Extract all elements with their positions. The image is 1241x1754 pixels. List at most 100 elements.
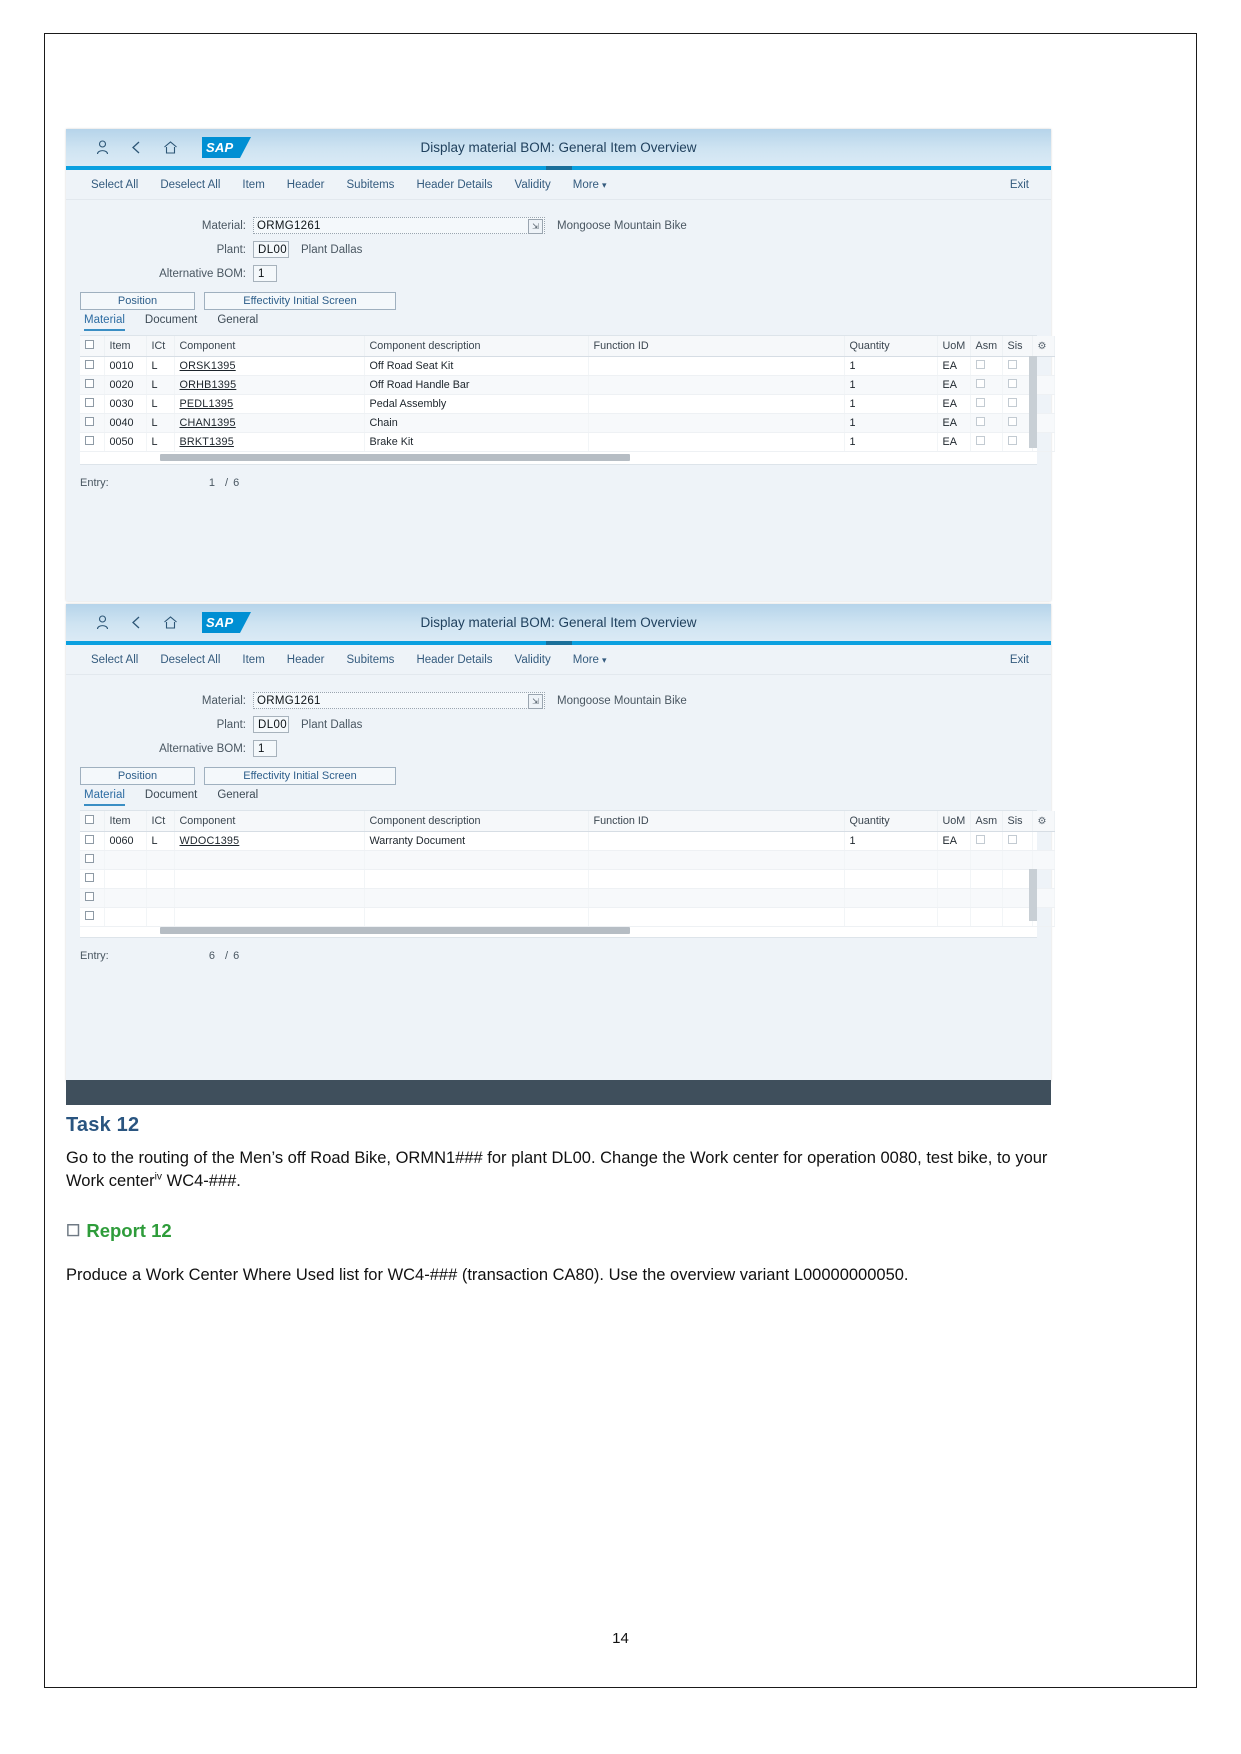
select-all-checkbox-header[interactable] — [80, 336, 105, 357]
position-button[interactable]: Position — [80, 767, 195, 785]
vertical-scrollbar[interactable] — [1029, 869, 1037, 921]
component-link[interactable]: PEDL1395 — [180, 398, 234, 410]
table-row[interactable]: 0050 L BRKT1395 Brake Kit 1 EA — [80, 432, 1055, 452]
tab-material[interactable]: Material — [84, 789, 125, 806]
component-link[interactable]: CHAN1395 — [180, 417, 236, 429]
col-header-ict[interactable]: ICt — [146, 336, 175, 357]
row-checkbox[interactable] — [80, 831, 105, 851]
checkbox-icon[interactable] — [85, 854, 94, 863]
effectivity-initial-screen-button[interactable]: Effectivity Initial Screen — [204, 292, 396, 310]
toolbar-header-details[interactable]: Header Details — [416, 179, 492, 191]
alternative-bom-input[interactable]: 1 — [253, 740, 277, 757]
effectivity-initial-screen-button[interactable]: Effectivity Initial Screen — [204, 767, 396, 785]
component-link[interactable]: BRKT1395 — [180, 436, 234, 448]
toolbar-deselect-all[interactable]: Deselect All — [160, 179, 220, 191]
grid-settings-header[interactable]: ⚙ — [1032, 336, 1055, 357]
plant-input[interactable]: DL00 — [253, 716, 289, 733]
checkbox-icon[interactable] — [85, 340, 94, 349]
cell-component[interactable]: PEDL1395 — [174, 394, 365, 414]
toolbar-exit[interactable]: Exit — [1010, 179, 1029, 191]
col-header-component-description[interactable]: Component description — [364, 336, 589, 357]
toolbar-item[interactable]: Item — [242, 654, 264, 666]
checkbox-icon[interactable] — [85, 835, 94, 844]
col-header-quantity[interactable]: Quantity — [844, 336, 938, 357]
col-header-item[interactable]: Item — [104, 811, 147, 832]
component-link[interactable]: ORSK1395 — [180, 360, 236, 372]
grid-settings-header[interactable]: ⚙ — [1032, 811, 1055, 832]
table-row-empty[interactable] — [80, 907, 1055, 927]
row-checkbox[interactable] — [80, 869, 105, 889]
gear-icon[interactable]: ⚙ — [1038, 816, 1047, 827]
toolbar-subitems[interactable]: Subitems — [347, 654, 395, 666]
toolbar-more[interactable]: More ▾ — [573, 654, 607, 666]
toolbar-item[interactable]: Item — [242, 179, 264, 191]
table-row[interactable]: 0020 L ORHB1395 Off Road Handle Bar 1 EA — [80, 375, 1055, 395]
table-row[interactable]: 0010 L ORSK1395 Off Road Seat Kit 1 EA — [80, 356, 1055, 376]
cell-component[interactable]: BRKT1395 — [174, 432, 365, 452]
row-checkbox[interactable] — [80, 907, 105, 927]
col-header-asm[interactable]: Asm — [970, 336, 1003, 357]
col-header-asm[interactable]: Asm — [970, 811, 1003, 832]
checkbox-icon[interactable] — [85, 379, 94, 388]
toolbar-header-details[interactable]: Header Details — [416, 654, 492, 666]
cell-component[interactable]: CHAN1395 — [174, 413, 365, 433]
toolbar-header[interactable]: Header — [287, 654, 325, 666]
row-checkbox[interactable] — [80, 413, 105, 433]
position-button[interactable]: Position — [80, 292, 195, 310]
value-help-icon[interactable]: ⇲ — [528, 219, 543, 234]
checkbox-icon[interactable] — [85, 911, 94, 920]
table-row[interactable]: 0030 L PEDL1395 Pedal Assembly 1 EA — [80, 394, 1055, 414]
toolbar-subitems[interactable]: Subitems — [347, 179, 395, 191]
checkbox-icon[interactable] — [85, 360, 94, 369]
tab-general[interactable]: General — [217, 789, 258, 806]
table-row[interactable]: 0060 L WDOC1395 Warranty Document 1 EA — [80, 831, 1055, 851]
col-header-sis[interactable]: Sis — [1002, 811, 1033, 832]
toolbar-select-all[interactable]: Select All — [91, 654, 138, 666]
cell-component[interactable]: ORHB1395 — [174, 375, 365, 395]
row-checkbox[interactable] — [80, 432, 105, 452]
value-help-icon[interactable]: ⇲ — [528, 694, 543, 709]
cell-component[interactable]: WDOC1395 — [174, 831, 365, 851]
checkbox-icon[interactable] — [85, 815, 94, 824]
row-checkbox[interactable] — [80, 375, 105, 395]
table-row-empty[interactable] — [80, 869, 1055, 889]
col-header-component[interactable]: Component — [174, 811, 365, 832]
col-header-function-id[interactable]: Function ID — [588, 811, 845, 832]
toolbar-select-all[interactable]: Select All — [91, 179, 138, 191]
col-header-item[interactable]: Item — [104, 336, 147, 357]
col-header-uom[interactable]: UoM — [937, 336, 971, 357]
checkbox-icon[interactable] — [85, 398, 94, 407]
tab-document[interactable]: Document — [145, 789, 197, 806]
col-header-component[interactable]: Component — [174, 336, 365, 357]
material-input[interactable]: ORMG1261 ⇲ — [253, 217, 545, 234]
col-header-ict[interactable]: ICt — [146, 811, 175, 832]
toolbar-validity[interactable]: Validity — [515, 179, 551, 191]
col-header-function-id[interactable]: Function ID — [588, 336, 845, 357]
toolbar-deselect-all[interactable]: Deselect All — [160, 654, 220, 666]
col-header-uom[interactable]: UoM — [937, 811, 971, 832]
toolbar-validity[interactable]: Validity — [515, 654, 551, 666]
toolbar-more[interactable]: More ▾ — [573, 179, 607, 191]
col-header-sis[interactable]: Sis — [1002, 336, 1033, 357]
select-all-checkbox-header[interactable] — [80, 811, 105, 832]
tab-general[interactable]: General — [217, 314, 258, 331]
table-row-empty[interactable] — [80, 888, 1055, 908]
gear-icon[interactable]: ⚙ — [1038, 341, 1047, 352]
col-header-quantity[interactable]: Quantity — [844, 811, 938, 832]
toolbar-exit[interactable]: Exit — [1010, 654, 1029, 666]
horizontal-scrollbar[interactable] — [160, 454, 630, 461]
row-checkbox[interactable] — [80, 356, 105, 376]
row-checkbox[interactable] — [80, 888, 105, 908]
plant-input[interactable]: DL00 — [253, 241, 289, 258]
component-link[interactable]: WDOC1395 — [180, 835, 240, 847]
row-checkbox[interactable] — [80, 394, 105, 414]
component-link[interactable]: ORHB1395 — [180, 379, 237, 391]
col-header-component-description[interactable]: Component description — [364, 811, 589, 832]
tab-document[interactable]: Document — [145, 314, 197, 331]
table-row-empty[interactable] — [80, 850, 1055, 870]
alternative-bom-input[interactable]: 1 — [253, 265, 277, 282]
table-row[interactable]: 0040 L CHAN1395 Chain 1 EA — [80, 413, 1055, 433]
vertical-scrollbar[interactable] — [1029, 356, 1037, 448]
checkbox-icon[interactable] — [85, 873, 94, 882]
material-input[interactable]: ORMG1261 ⇲ — [253, 692, 545, 709]
